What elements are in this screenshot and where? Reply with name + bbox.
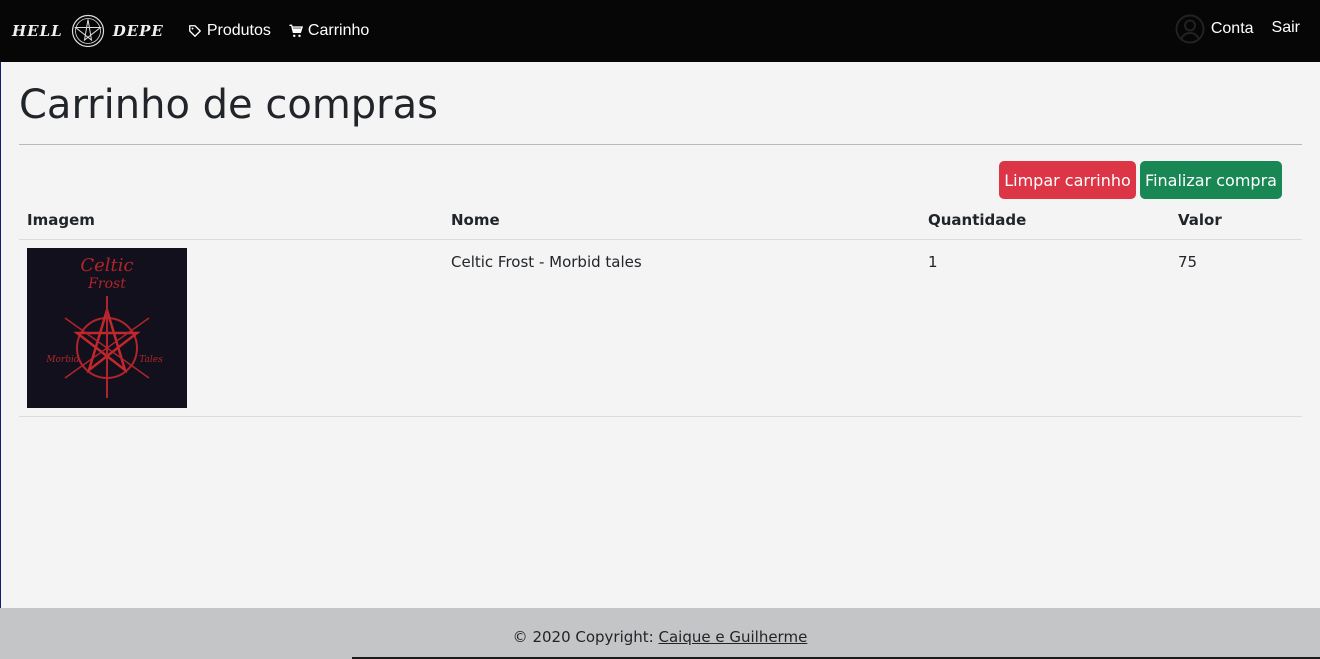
nav-link-produtos[interactable]: Produtos xyxy=(188,22,271,40)
svg-text:Morbid: Morbid xyxy=(45,355,80,365)
clear-cart-button[interactable]: Limpar carrinho xyxy=(999,161,1136,199)
svg-text:Tales: Tales xyxy=(139,355,163,365)
svg-text:Celtic: Celtic xyxy=(80,255,133,276)
footer: © 2020 Copyright: Caique e Guilherme xyxy=(0,608,1320,659)
nav-link-carrinho-label: Carrinho xyxy=(307,22,370,39)
footer-authors-link[interactable]: Caique e Guilherme xyxy=(659,628,808,646)
nav-link-produtos-label: Produtos xyxy=(206,22,271,39)
page-title: Carrinho de compras xyxy=(19,82,438,128)
header-divider xyxy=(19,239,1302,240)
nav-link-carrinho[interactable]: Carrinho xyxy=(289,22,369,40)
brand-logo-link[interactable]: HELL DEPE xyxy=(12,0,164,62)
tag-icon xyxy=(188,25,201,37)
column-header-value: Valor xyxy=(1178,211,1222,229)
album-cover-art: Celtic Frost Morbid Tales xyxy=(27,248,187,408)
account-link[interactable]: Conta xyxy=(1175,14,1254,44)
checkout-button[interactable]: Finalizar compra xyxy=(1140,161,1282,199)
album-cover-image: Celtic Frost Morbid Tales xyxy=(27,248,187,408)
user-circle-icon xyxy=(1175,14,1205,44)
brand-text-left: HELL xyxy=(12,22,63,40)
column-header-name: Nome xyxy=(451,211,500,229)
account-label: Conta xyxy=(1210,20,1254,37)
title-divider xyxy=(19,144,1302,145)
brand-text-right: DEPE xyxy=(112,22,164,40)
product-quantity: 1 xyxy=(928,253,938,271)
svg-text:Frost: Frost xyxy=(87,276,126,292)
product-value: 75 xyxy=(1178,253,1198,271)
column-header-image: Imagem xyxy=(27,211,95,229)
footer-copyright: © 2020 Copyright: xyxy=(512,627,659,646)
cart-icon xyxy=(289,24,303,38)
navbar: HELL DEPE Produtos Carrinho Conta Sair xyxy=(0,0,1320,62)
pentagram-icon xyxy=(71,14,104,48)
column-header-quantity: Quantidade xyxy=(928,211,1027,229)
page-edge-line xyxy=(0,62,1,608)
logout-link[interactable]: Sair xyxy=(1272,19,1300,37)
product-name: Celtic Frost - Morbid tales xyxy=(451,253,642,271)
row-divider xyxy=(19,416,1302,417)
